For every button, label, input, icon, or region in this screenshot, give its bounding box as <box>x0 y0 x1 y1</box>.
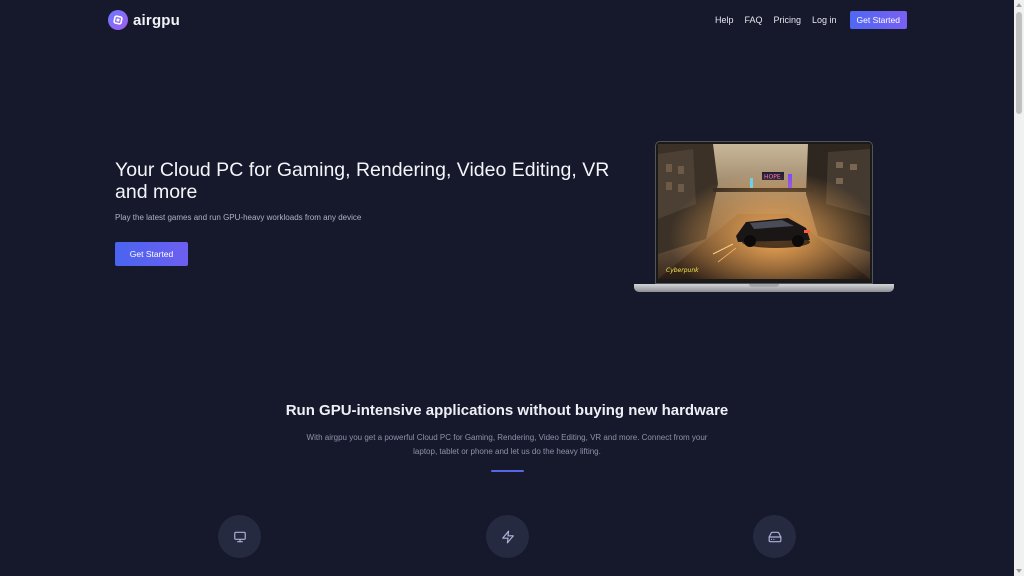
nav-link-help[interactable]: Help <box>715 15 734 25</box>
nav-links: Help FAQ Pricing Log in Get Started <box>715 11 907 29</box>
hero-title: Your Cloud PC for Gaming, Rendering, Vid… <box>115 159 610 203</box>
scrollbar-thumb[interactable] <box>1016 12 1022 114</box>
scroll-down-arrow-icon[interactable] <box>1016 569 1022 573</box>
top-navbar: airgpu Help FAQ Pricing Log in Get Start… <box>0 0 1014 40</box>
nav-link-pricing[interactable]: Pricing <box>773 15 801 25</box>
nav-get-started-button[interactable]: Get Started <box>849 11 907 29</box>
hero-laptop-image: HOPE Cyberpunk <box>634 140 894 295</box>
section-divider <box>491 470 524 472</box>
laptop-lid: HOPE Cyberpunk <box>655 141 873 284</box>
nav-link-login[interactable]: Log in <box>812 15 837 25</box>
features-section-description: With airgpu you get a powerful Cloud PC … <box>306 433 708 456</box>
laptop-notch <box>749 284 779 287</box>
hero-subtitle: Play the latest games and run GPU-heavy … <box>115 213 362 222</box>
lightning-icon <box>486 515 529 558</box>
nav-link-faq[interactable]: FAQ <box>744 15 762 25</box>
game-screenshot: HOPE Cyberpunk <box>658 144 870 279</box>
brand-logo-link[interactable]: airgpu <box>108 10 180 30</box>
page-scrollbar[interactable] <box>1014 0 1024 576</box>
brand-name: airgpu <box>133 11 181 29</box>
hero-get-started-button[interactable]: Get Started <box>115 242 188 266</box>
hard-drive-icon <box>753 515 796 558</box>
airgpu-logo-icon <box>108 10 128 30</box>
features-section-title: Run GPU-intensive applications without b… <box>285 402 729 419</box>
scroll-up-arrow-icon[interactable] <box>1016 3 1022 7</box>
monitor-icon <box>218 515 261 558</box>
svg-text:Cyberpunk: Cyberpunk <box>666 267 699 274</box>
